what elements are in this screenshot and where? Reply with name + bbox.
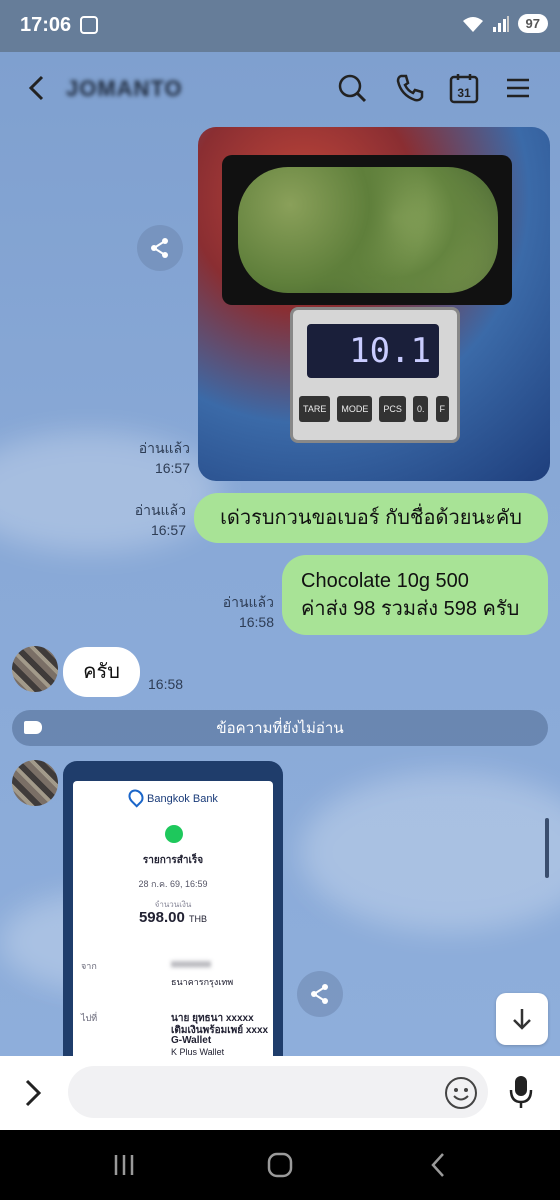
check-icon xyxy=(165,825,183,843)
message-bubble-outgoing[interactable]: Chocolate 10g 500 ค่าส่ง 98 รวมส่ง 598 ค… xyxy=(282,555,548,635)
chat-title[interactable]: JOMANTO xyxy=(66,76,183,102)
from-bank: ธนาคารกรุงเทพ xyxy=(171,977,234,987)
emoji-icon[interactable] xyxy=(444,1076,478,1115)
status-bar: 17:06 97 xyxy=(0,0,560,52)
message-bubble-outgoing[interactable]: เด่วรบกวนขอเบอร์ กับชื่อด้วยนะคับ xyxy=(194,493,548,543)
calendar-icon[interactable]: 31 xyxy=(446,70,482,106)
read-receipt: อ่านแล้ว xyxy=(222,594,274,610)
screenshot-icon xyxy=(80,16,98,34)
from-label: จาก xyxy=(81,961,97,971)
photo-content xyxy=(238,167,498,293)
phone-icon[interactable] xyxy=(392,70,428,106)
expand-icon[interactable] xyxy=(24,1078,42,1113)
image-message-receipt[interactable]: Bangkok Bank รายการสำเร็จ 28 ก.ค. 69, 16… xyxy=(63,761,283,1061)
bank-logo-icon xyxy=(125,786,147,808)
menu-icon[interactable] xyxy=(500,70,536,106)
back-nav-icon[interactable] xyxy=(420,1148,456,1182)
amount-value: 598.00 xyxy=(138,909,185,926)
message-input-bar xyxy=(0,1056,560,1130)
chat-header: JOMANTO 31 xyxy=(0,52,560,124)
message-meta: อ่านแล้ว 16:58 xyxy=(212,592,274,632)
message-time: 16:57 xyxy=(154,460,190,476)
scale-button: TARE xyxy=(299,396,331,422)
wifi-icon xyxy=(462,16,483,32)
share-icon[interactable] xyxy=(137,225,183,271)
battery-badge: 97 xyxy=(517,14,548,33)
receipt-status: รายการสำเร็จ xyxy=(142,855,204,866)
svg-text:31: 31 xyxy=(457,86,471,100)
receipt-amount: 598.00 THB xyxy=(73,909,273,926)
image-message[interactable]: 10.1 TARE MODE PCS 0. F xyxy=(198,127,550,481)
photo-scale: 10.1 TARE MODE PCS 0. F xyxy=(290,307,460,443)
avatar[interactable] xyxy=(12,760,58,806)
recent-apps-icon[interactable] xyxy=(106,1148,142,1182)
tag-icon xyxy=(24,721,42,734)
status-icons: 97 xyxy=(462,14,548,33)
back-icon[interactable] xyxy=(18,70,54,106)
to-wallet: G-Wallet xyxy=(171,1035,212,1046)
message-line: Chocolate 10g 500 xyxy=(301,570,469,592)
receipt-datetime: 28 ก.ค. 69, 16:59 xyxy=(138,879,208,889)
message-meta: อ่านแล้ว 16:57 xyxy=(128,438,190,478)
scale-button: F xyxy=(435,396,449,422)
scrollbar[interactable] xyxy=(545,818,549,878)
share-icon[interactable] xyxy=(297,971,343,1017)
message-line: ค่าส่ง 98 รวมส่ง 598 ครับ xyxy=(301,598,520,620)
home-icon[interactable] xyxy=(262,1148,298,1182)
scale-button: 0. xyxy=(412,396,429,422)
read-receipt: อ่านแล้ว xyxy=(134,502,186,518)
from-name: xxxxxxxx xyxy=(171,959,211,970)
unread-divider: ข้อความที่ยังไม่อ่าน xyxy=(12,710,548,746)
message-time: 16:58 xyxy=(238,614,274,630)
scale-display: 10.1 xyxy=(307,324,439,378)
message-input[interactable] xyxy=(68,1066,488,1118)
arrow-down-icon xyxy=(513,1009,531,1030)
status-time: 17:06 xyxy=(20,14,72,36)
message-bubble-incoming[interactable]: ครับ xyxy=(63,647,140,697)
scale-button: PCS xyxy=(379,396,406,422)
system-navigation-bar xyxy=(0,1130,560,1200)
signal-icon xyxy=(492,15,509,32)
scale-button: MODE xyxy=(337,396,373,422)
message-time: 16:57 xyxy=(150,522,186,538)
search-icon[interactable] xyxy=(334,70,370,106)
message-time: 16:58 xyxy=(148,676,184,692)
photo-tray xyxy=(222,155,512,305)
receipt-paper: Bangkok Bank รายการสำเร็จ 28 ก.ค. 69, 16… xyxy=(73,781,273,1061)
bank-name: Bangkok Bank xyxy=(147,793,218,805)
read-receipt: อ่านแล้ว xyxy=(138,440,190,456)
to-label: ไปที่ xyxy=(81,1013,98,1023)
scale-buttons: TARE MODE PCS 0. F xyxy=(299,396,449,422)
scroll-to-bottom-button[interactable] xyxy=(496,993,548,1045)
avatar[interactable] xyxy=(12,646,58,692)
message-meta: อ่านแล้ว 16:57 xyxy=(124,500,186,540)
amount-currency: THB xyxy=(189,914,208,924)
microphone-icon[interactable] xyxy=(508,1074,534,1115)
unread-label: ข้อความที่ยังไม่อ่าน xyxy=(216,720,344,737)
